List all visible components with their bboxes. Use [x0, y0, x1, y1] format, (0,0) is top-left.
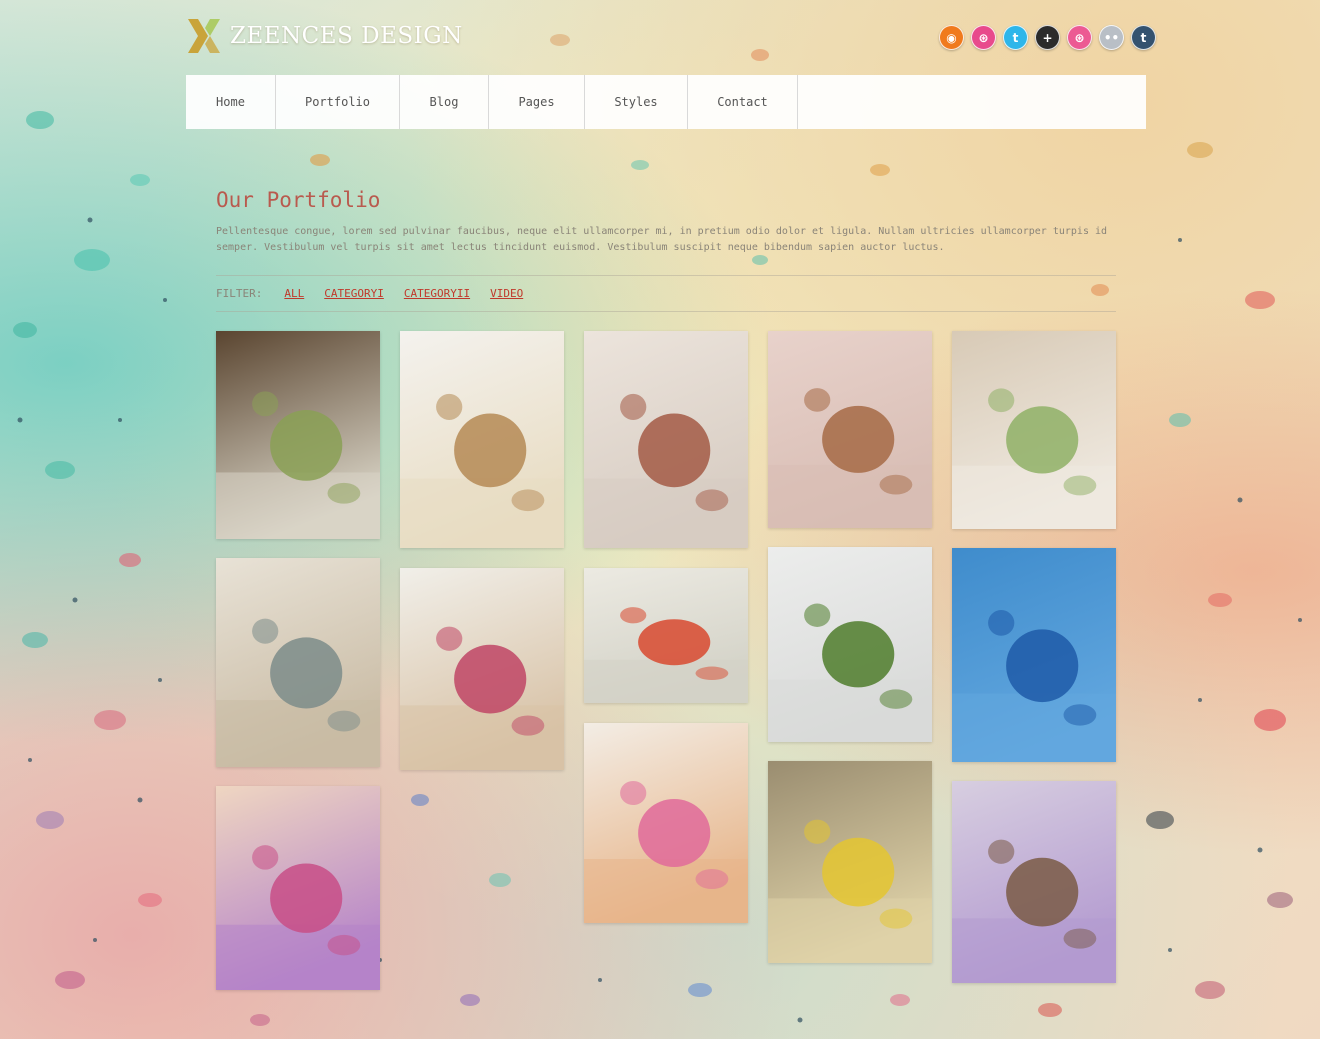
filter-category-2[interactable]: CATEGORYII — [404, 287, 470, 300]
nav-styles-label: Styles — [614, 95, 658, 109]
purple-sofa-room-image[interactable] — [216, 786, 380, 990]
spa-towel-branch-image[interactable] — [216, 331, 380, 539]
intro-text: Pellentesque congue, lorem sed pulvinar … — [216, 226, 1108, 253]
page-title: Our Portfolio — [216, 188, 381, 212]
filter-category-1[interactable]: CATEGORYI — [324, 287, 384, 300]
dribbble-alt-icon[interactable]: ⊛ — [1067, 25, 1092, 50]
nav-pages-label: Pages — [518, 95, 555, 109]
tumblr-icon[interactable]: t — [1131, 25, 1156, 50]
social-links: ◉ ⊛ t + ⊛ •• t — [939, 25, 1156, 50]
yellow-flowers-jars-image[interactable] — [768, 761, 932, 963]
filter-label: FILTER: — [216, 287, 263, 300]
nav-contact[interactable]: Contact — [688, 75, 798, 129]
corner-shelf-plant-image[interactable] — [768, 331, 932, 528]
main-nav: Home Portfolio Blog Pages Styles Contact — [186, 75, 1146, 129]
filter-video[interactable]: VIDEO — [490, 287, 523, 300]
watering-can-wall-image[interactable] — [216, 558, 380, 767]
kitchen-vegetables-image[interactable] — [584, 568, 748, 703]
nav-pages[interactable]: Pages — [489, 75, 585, 129]
rss-icon[interactable]: ◉ — [939, 25, 964, 50]
filter-all[interactable]: ALL — [284, 287, 304, 300]
purple-flowers-bottle-image[interactable] — [952, 781, 1116, 983]
nav-styles[interactable]: Styles — [585, 75, 688, 129]
nav-home[interactable]: Home — [186, 75, 276, 129]
twitter-icon[interactable]: t — [1003, 25, 1028, 50]
comb-towel-flowers-image[interactable] — [400, 331, 564, 548]
nav-blog[interactable]: Blog — [400, 75, 489, 129]
plant-black-chair-image[interactable] — [768, 547, 932, 742]
logo-text: ZEENCES DESIGN — [230, 23, 463, 49]
nav-blog-label: Blog — [429, 95, 459, 109]
flickr-icon[interactable]: •• — [1099, 25, 1124, 50]
kitchen-herbs-bottles-image[interactable] — [584, 331, 748, 548]
blue-room-sofa-image[interactable] — [952, 548, 1116, 762]
nav-portfolio-label: Portfolio — [304, 95, 371, 109]
nav-home-label: Home — [216, 95, 245, 109]
logo-mark-icon — [188, 19, 220, 53]
nav-portfolio[interactable]: Portfolio — [276, 75, 400, 129]
portfolio-filter: FILTER: ALL CATEGORYI CATEGORYII VIDEO — [216, 275, 1116, 312]
candles-pink-flowers-image[interactable] — [584, 723, 748, 923]
plus-icon[interactable]: + — [1035, 25, 1060, 50]
bookshelf-desk-room-image[interactable] — [400, 568, 564, 770]
sink-faucet-wheat-image[interactable] — [952, 331, 1116, 529]
site-logo[interactable]: ZEENCES DESIGN — [186, 17, 463, 55]
nav-contact-label: Contact — [717, 95, 768, 109]
dribbble-icon[interactable]: ⊛ — [971, 25, 996, 50]
